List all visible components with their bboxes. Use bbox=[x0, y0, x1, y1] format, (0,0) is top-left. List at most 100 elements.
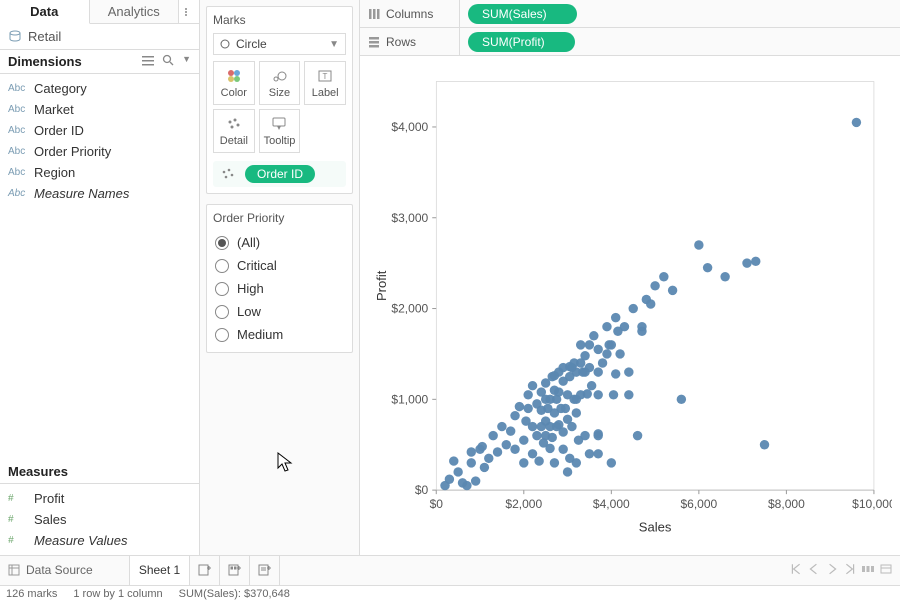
dimension-field[interactable]: Abc Measure Names bbox=[0, 183, 199, 204]
filter-card: Order Priority (All)CriticalHighLowMediu… bbox=[206, 204, 353, 353]
dimension-label: Order Priority bbox=[34, 144, 111, 159]
dimension-field[interactable]: AbcMarket bbox=[0, 99, 199, 120]
rows-label: Rows bbox=[386, 35, 416, 49]
new-story-button[interactable] bbox=[250, 556, 280, 585]
svg-text:$1,000: $1,000 bbox=[391, 392, 428, 406]
datasource-tab[interactable]: Data Source bbox=[0, 556, 130, 585]
marks-color-button[interactable]: Color bbox=[213, 61, 255, 105]
svg-text:$4,000: $4,000 bbox=[593, 497, 630, 511]
marks-tooltip-button[interactable]: Tooltip bbox=[259, 109, 301, 153]
mark-type-label: Circle bbox=[236, 37, 267, 51]
filter-option[interactable]: Critical bbox=[215, 258, 344, 273]
dimensions-menu-icon[interactable]: ▼ bbox=[182, 54, 191, 69]
tab-data[interactable]: Data bbox=[0, 0, 90, 24]
type-abc-icon: Abc bbox=[8, 125, 26, 136]
marks-color-label: Color bbox=[221, 87, 247, 99]
filter-option-label: (All) bbox=[237, 235, 260, 250]
svg-text:$6,000: $6,000 bbox=[680, 497, 717, 511]
dimension-field[interactable]: Abc Region bbox=[0, 162, 199, 183]
marks-size-button[interactable]: Size bbox=[259, 61, 301, 105]
marks-detail-button[interactable]: Detail bbox=[213, 109, 255, 153]
status-marks: 126 marks bbox=[6, 588, 57, 600]
marks-card: Marks Circle ▼ Color Siz bbox=[206, 6, 353, 194]
measure-label: Measure Values bbox=[34, 533, 127, 548]
filter-option-label: Low bbox=[237, 304, 261, 319]
svg-text:$0: $0 bbox=[430, 497, 444, 511]
type-abc-icon: Abc bbox=[8, 167, 26, 178]
mark-type-dropdown[interactable]: Circle ▼ bbox=[213, 33, 346, 55]
tab-analytics[interactable]: Analytics bbox=[90, 0, 180, 23]
columns-label: Columns bbox=[386, 7, 433, 21]
status-rxc: 1 row by 1 column bbox=[73, 588, 162, 600]
sheet-tab-1[interactable]: Sheet 1 bbox=[130, 556, 190, 585]
nav-first-icon[interactable] bbox=[790, 563, 802, 578]
svg-text:T: T bbox=[323, 72, 328, 81]
marks-label-button[interactable]: T Label bbox=[304, 61, 346, 105]
type-abc-icon: Abc bbox=[8, 104, 26, 115]
columns-pill-sum-sales[interactable]: SUM(Sales) bbox=[468, 4, 577, 24]
measures-list: #Profit#Sales#Measure Values bbox=[0, 484, 199, 555]
svg-text:$2,000: $2,000 bbox=[505, 497, 542, 511]
dimension-label: Region bbox=[34, 165, 75, 180]
main-pane: Columns SUM(Sales) Rows SUM(Profit) $0 $2… bbox=[360, 0, 900, 555]
new-worksheet-button[interactable] bbox=[190, 556, 220, 585]
new-dashboard-button[interactable] bbox=[220, 556, 250, 585]
measure-field[interactable]: #Sales bbox=[0, 509, 199, 530]
datasource-tab-icon bbox=[8, 564, 20, 576]
nav-next-icon[interactable] bbox=[826, 563, 838, 578]
svg-text:Profit: Profit bbox=[374, 270, 389, 301]
filter-options-list: (All) Critical High Low Medium bbox=[213, 231, 346, 346]
status-sum: SUM(Sales): $370,648 bbox=[179, 588, 290, 600]
marks-tooltip-label: Tooltip bbox=[264, 135, 296, 147]
type-abc-icon: Abc bbox=[8, 188, 26, 199]
scatter-chart: $0$2,000$4,000$6,000$8,000$10,000$0$1,00… bbox=[368, 62, 892, 547]
filter-option[interactable]: (All) bbox=[215, 235, 344, 250]
measure-label: Profit bbox=[34, 491, 64, 506]
columns-shelf[interactable]: Columns SUM(Sales) bbox=[360, 0, 900, 28]
chart-area[interactable]: $0$2,000$4,000$6,000$8,000$10,000$0$1,00… bbox=[360, 56, 900, 555]
search-icon[interactable] bbox=[162, 54, 174, 69]
datasource-row[interactable]: Retail bbox=[0, 24, 199, 50]
nav-last-icon[interactable] bbox=[844, 563, 856, 578]
cards-pane: Marks Circle ▼ Color Siz bbox=[200, 0, 360, 555]
dimension-field[interactable]: AbcOrder ID bbox=[0, 120, 199, 141]
radio-icon bbox=[215, 236, 229, 250]
nav-prev-icon[interactable] bbox=[808, 563, 820, 578]
radio-icon bbox=[215, 282, 229, 296]
dimension-field[interactable]: AbcCategory bbox=[0, 78, 199, 99]
color-icon bbox=[226, 68, 242, 84]
sheet-bar: Data Source Sheet 1 bbox=[0, 555, 900, 585]
rows-icon bbox=[368, 36, 380, 48]
data-pane: Data Analytics Retail Dimensions ▼ AbcCa… bbox=[0, 0, 200, 555]
rows-shelf[interactable]: Rows SUM(Profit) bbox=[360, 28, 900, 56]
svg-text:$0: $0 bbox=[415, 483, 429, 497]
filter-option-label: Critical bbox=[237, 258, 277, 273]
dimensions-title: Dimensions bbox=[8, 54, 82, 69]
svg-text:$2,000: $2,000 bbox=[391, 302, 428, 316]
dimension-label: Measure Names bbox=[34, 186, 129, 201]
dimensions-heading: Dimensions ▼ bbox=[0, 50, 199, 74]
dimensions-list: AbcCategoryAbcMarketAbcOrder IDAbcOrder … bbox=[0, 74, 199, 208]
svg-text:$4,000: $4,000 bbox=[391, 120, 428, 134]
measure-field[interactable]: #Measure Values bbox=[0, 530, 199, 551]
radio-icon bbox=[215, 259, 229, 273]
filter-option[interactable]: Medium bbox=[215, 327, 344, 342]
measure-field[interactable]: #Profit bbox=[0, 488, 199, 509]
dimension-field[interactable]: AbcOrder Priority bbox=[0, 141, 199, 162]
detail-glyph-icon bbox=[217, 163, 239, 185]
show-filmstrip-icon[interactable] bbox=[862, 563, 874, 578]
view-as-list-icon[interactable] bbox=[142, 54, 154, 69]
pane-menu-icon[interactable] bbox=[179, 0, 199, 23]
rows-pill-sum-profit[interactable]: SUM(Profit) bbox=[468, 32, 575, 52]
filter-option[interactable]: High bbox=[215, 281, 344, 296]
show-sheets-icon[interactable] bbox=[880, 563, 892, 578]
filter-option[interactable]: Low bbox=[215, 304, 344, 319]
columns-icon bbox=[368, 8, 380, 20]
marks-detail-pill-row: Order ID bbox=[213, 161, 346, 187]
dimension-label: Category bbox=[34, 81, 87, 96]
sheet-tab-label: Sheet 1 bbox=[139, 563, 180, 577]
chevron-down-icon: ▼ bbox=[329, 39, 339, 50]
detail-pill-order-id[interactable]: Order ID bbox=[245, 165, 315, 183]
label-icon: T bbox=[317, 68, 333, 84]
measure-label: Sales bbox=[34, 512, 67, 527]
